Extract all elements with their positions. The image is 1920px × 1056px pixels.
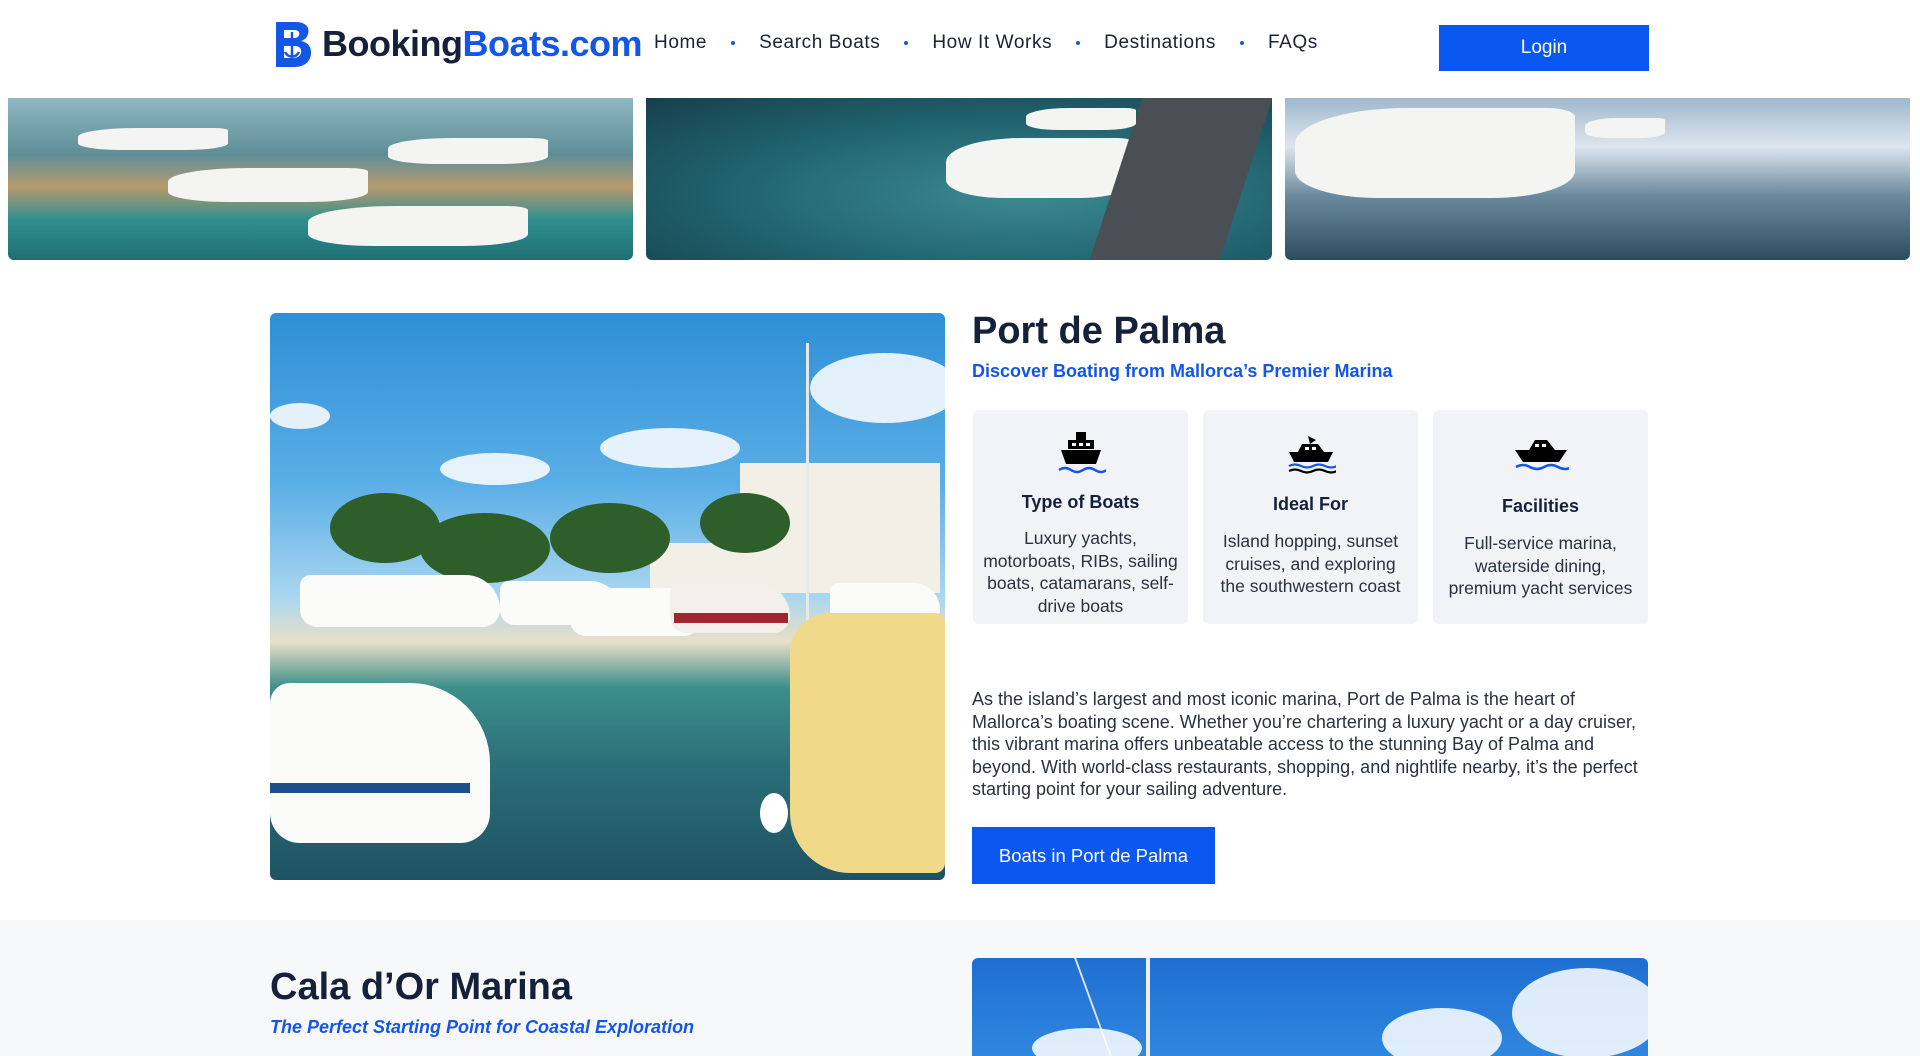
info-card-type-of-boats: Type of Boats Luxury yachts, motorboats,… (973, 410, 1188, 624)
main-nav: Home Search Boats How It Works Destinati… (654, 32, 1318, 54)
card-text: Island hopping, sunset cruises, and expl… (1220, 531, 1401, 596)
card-title: Type of Boats (1021, 492, 1140, 512)
logo-wordmark: BookingBoats.com (322, 23, 643, 65)
nav-search-boats[interactable]: Search Boats (759, 32, 880, 54)
cruise-ship-icon (1057, 432, 1106, 474)
nav-separator (731, 41, 736, 45)
nav-destinations[interactable]: Destinations (1104, 32, 1216, 54)
boats-in-port-de-palma-button[interactable]: Boats in Port de Palma (972, 827, 1215, 884)
marina-subtitle: Discover Boating from Mallorca’s Premier… (972, 361, 1393, 381)
yacht-icon (1514, 440, 1569, 471)
nav-separator (904, 41, 909, 45)
info-card-facilities: Facilities Full-service marina, watersid… (1433, 410, 1648, 624)
speedboat-icon (1288, 436, 1336, 474)
port-de-palma-photo (270, 313, 945, 880)
cala-dor-photo (972, 958, 1648, 1056)
marina-title: Port de Palma (972, 310, 1226, 352)
marina-photo-fishing-boats (8, 98, 634, 260)
site-logo[interactable]: BookingBoats.com (270, 18, 643, 70)
marina-photo-strip (8, 98, 1910, 260)
marina-photo-sailboats (1284, 98, 1910, 260)
logo-text-boats: Boats.com (462, 23, 643, 64)
nav-faqs[interactable]: FAQs (1268, 32, 1318, 54)
nav-how-it-works[interactable]: How It Works (932, 32, 1052, 54)
login-button[interactable]: Login (1439, 25, 1649, 71)
card-title: Ideal For (1272, 494, 1348, 514)
card-text: Luxury yachts, motorboats, RIBs, sailing… (983, 528, 1178, 616)
card-text: Full-service marina, waterside dining, p… (1448, 533, 1633, 598)
card-title: Facilities (1501, 496, 1580, 516)
marina-subtitle: The Perfect Starting Point for Coastal E… (270, 1017, 695, 1037)
nav-separator (1239, 41, 1244, 45)
marina-title: Cala d’Or Marina (270, 966, 572, 1008)
logo-icon (276, 22, 312, 67)
site-header: BookingBoats.com Home Search Boats How I… (0, 0, 1920, 98)
marina-photo-superyacht (646, 98, 1272, 260)
marina-description: As the island’s largest and most iconic … (972, 689, 1638, 799)
nav-separator (1076, 41, 1081, 45)
logo-text-booking: Booking (322, 23, 463, 64)
nav-home[interactable]: Home (654, 32, 707, 54)
info-card-ideal-for: Ideal For Island hopping, sunset cruises… (1203, 410, 1418, 624)
